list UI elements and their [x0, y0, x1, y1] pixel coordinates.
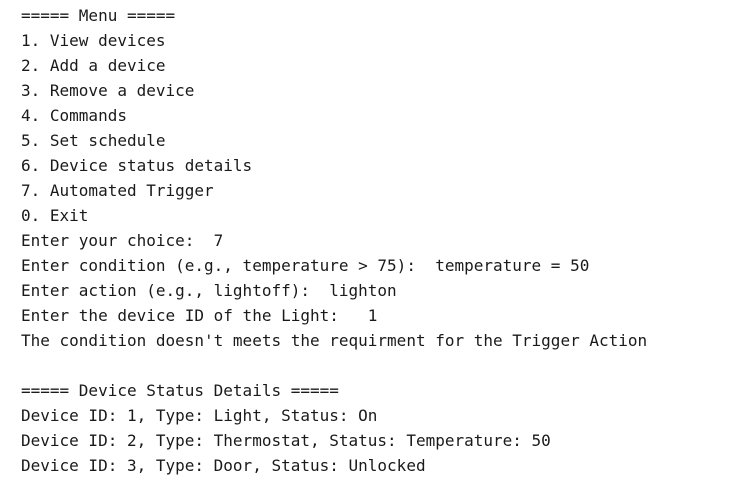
menu-item-exit: 0. Exit	[21, 206, 89, 225]
menu-item-commands: 4. Commands	[21, 106, 127, 125]
result-message: The condition doesn't meets the requirme…	[21, 331, 648, 350]
device-id-prompt: Enter the device ID of the Light: 1	[21, 306, 378, 325]
menu-item-device-status: 6. Device status details	[21, 156, 253, 175]
status-header: ===== Device Status Details =====	[21, 381, 339, 400]
console-output: ===== Menu ===== 1. View devices 2. Add …	[0, 0, 755, 493]
menu-item-set-schedule: 5. Set schedule	[21, 131, 166, 150]
menu-item-automated-trigger: 7. Automated Trigger	[21, 181, 214, 200]
menu-header: ===== Menu =====	[21, 6, 176, 25]
condition-prompt: Enter condition (e.g., temperature > 75)…	[21, 256, 590, 275]
device-status-line: Device ID: 3, Type: Door, Status: Unlock…	[21, 456, 426, 475]
device-status-line: Device ID: 2, Type: Thermostat, Status: …	[21, 431, 551, 450]
menu-item-add-device: 2. Add a device	[21, 56, 166, 75]
menu-item-remove-device: 3. Remove a device	[21, 81, 195, 100]
device-status-line: Device ID: 1, Type: Light, Status: On	[21, 406, 378, 425]
action-prompt: Enter action (e.g., lightoff): lighton	[21, 281, 397, 300]
choice-prompt: Enter your choice: 7	[21, 231, 224, 250]
menu-item-view-devices: 1. View devices	[21, 31, 166, 50]
